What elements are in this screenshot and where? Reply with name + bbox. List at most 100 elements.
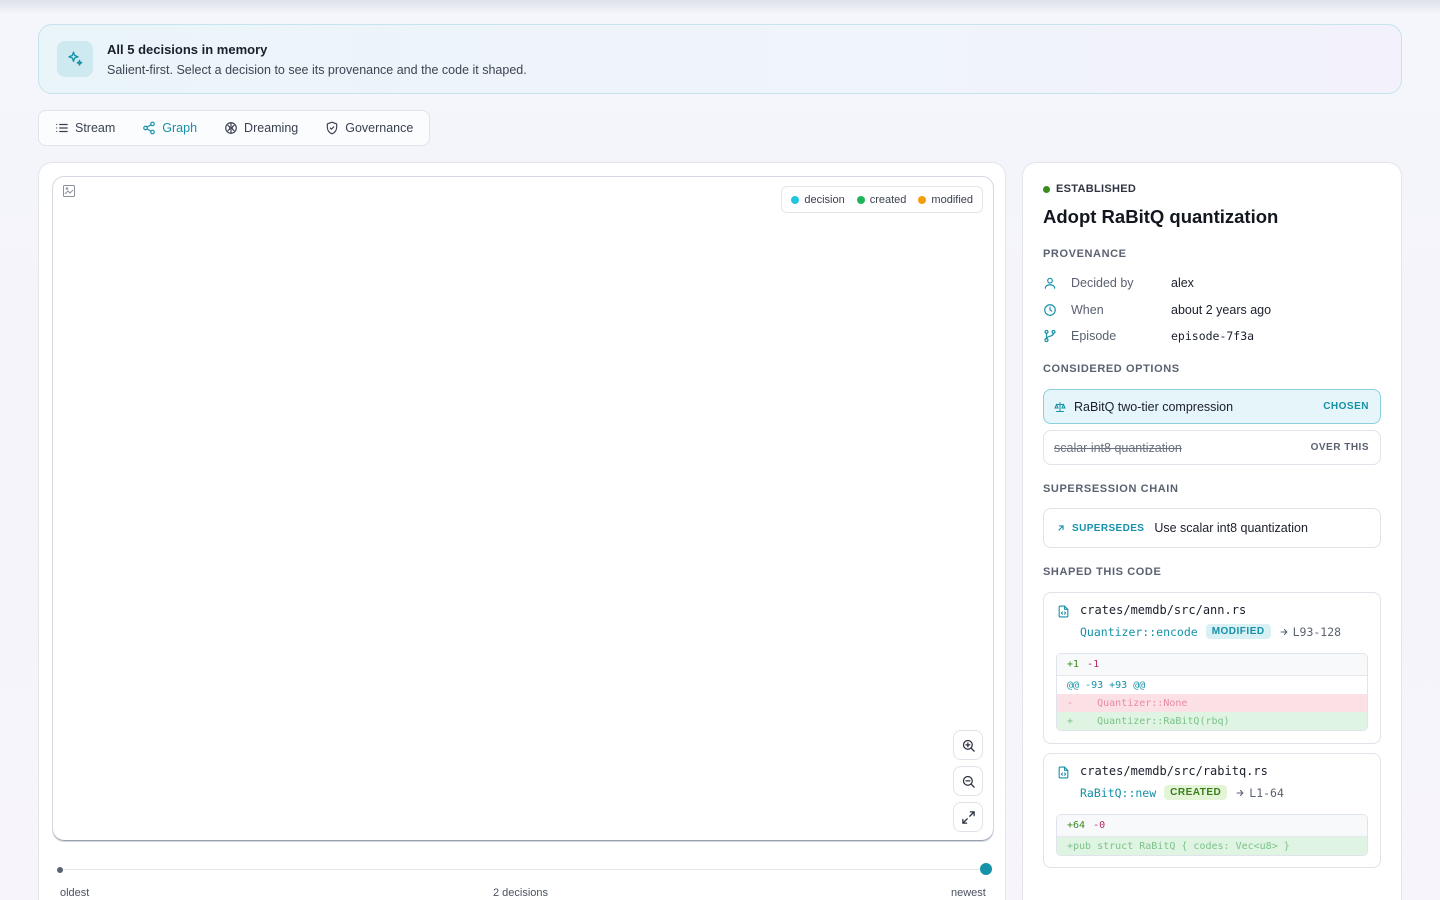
timeline-end-handle[interactable]: [980, 863, 992, 875]
status-dot: [1043, 185, 1050, 193]
legend-dot-decision: [791, 195, 800, 204]
tab-stream-label: Stream: [75, 121, 116, 135]
episode-key: Episode: [1071, 329, 1117, 343]
decided-by-key: Decided by: [1071, 276, 1134, 290]
tab-graph-label: Graph: [162, 121, 198, 135]
status-label: ESTABLISHED: [1056, 183, 1137, 195]
arrow-right-icon: [1280, 628, 1288, 635]
option-rejected[interactable]: scalar int8 quantization OVER THIS: [1043, 430, 1381, 465]
banner-title: All 5 decisions in memory: [107, 42, 268, 57]
provenance-when: When about 2 years ago: [1043, 301, 1271, 319]
symbol-name[interactable]: RaBitQ::new: [1080, 786, 1156, 800]
when-value: about 2 years ago: [1171, 303, 1272, 317]
code-card-rabitq[interactable]: crates/memdb/src/rabitq.rs RaBitQ::new C…: [1043, 753, 1381, 868]
view-tabs: Stream Graph Dreaming Governance: [38, 110, 430, 146]
legend-label-modified: modified: [931, 193, 973, 206]
diff-deletions: -0: [1093, 820, 1106, 831]
file-path[interactable]: crates/memdb/src/rabitq.rs: [1080, 764, 1268, 778]
tab-dreaming[interactable]: Dreaming: [224, 121, 298, 135]
zoom-out-icon: [962, 775, 975, 788]
legend-label-created: created: [869, 193, 907, 206]
decision-detail-panel: ESTABLISHED Adopt RaBitQ quantization PR…: [1022, 162, 1402, 900]
diff-added-line: +pub struct RaBitQ { codes: Vec<u8> }: [1057, 837, 1367, 855]
arrow-up-right-icon: [1058, 525, 1064, 531]
arrow-right-icon: [1236, 789, 1244, 796]
option-rejected-tag: OVER THIS: [1310, 442, 1369, 453]
legend-label-decision: decision: [804, 193, 845, 206]
option-chosen-label: RaBitQ two-tier compression: [1074, 399, 1234, 414]
scale-icon: [1054, 401, 1066, 412]
timeline-count-label: 2 decisions: [493, 887, 549, 899]
zoom-out-button[interactable]: [953, 766, 983, 796]
tab-stream[interactable]: Stream: [55, 121, 115, 135]
clock-icon: [1044, 304, 1056, 316]
provenance-episode: Episode episode-7f3a: [1043, 327, 1254, 345]
change-badge: MODIFIED: [1205, 624, 1271, 639]
option-chosen-tag: CHOSEN: [1323, 401, 1369, 412]
legend-dot-created: [856, 195, 865, 204]
diff-removed-line: - Quantizer::None: [1057, 694, 1367, 712]
tab-dreaming-label: Dreaming: [244, 121, 299, 135]
legend-item-modified: modified: [918, 194, 973, 206]
line-range: L93-128: [1292, 624, 1342, 639]
graph-legend: decision created modified: [781, 186, 983, 213]
line-range: L1-64: [1249, 785, 1284, 800]
symbol-row: RaBitQ::new CREATED L1-64: [1080, 785, 1284, 800]
tab-graph[interactable]: Graph: [142, 121, 197, 135]
tab-governance-label: Governance: [345, 121, 414, 135]
legend-item-created: created: [856, 193, 907, 206]
zoom-in-icon: [962, 739, 975, 752]
shield-icon: [326, 121, 338, 135]
diff-added-line: + Quantizer::RaBitQ(rbq): [1057, 712, 1367, 730]
status-badge: ESTABLISHED: [1043, 183, 1136, 195]
options-heading: CONSIDERED OPTIONS: [1043, 363, 1180, 375]
git-branch-icon: [1044, 329, 1056, 343]
code-heading: SHAPED THIS CODE: [1043, 566, 1162, 578]
chain-heading: SUPERSESSION CHAIN: [1043, 483, 1179, 495]
file-path[interactable]: crates/memdb/src/ann.rs: [1080, 603, 1246, 617]
diff-hunk-header: @@ -93 +93 @@: [1057, 676, 1367, 694]
option-chosen[interactable]: RaBitQ two-tier compression CHOSEN: [1043, 389, 1381, 424]
diff-block: +64 -0 +pub struct RaBitQ { codes: Vec<u…: [1056, 814, 1368, 856]
code-card-ann[interactable]: crates/memdb/src/ann.rs Quantizer::encod…: [1043, 592, 1381, 744]
zoom-in-button[interactable]: [953, 730, 983, 760]
timeline-track[interactable]: [60, 869, 986, 870]
fit-view-button[interactable]: [953, 802, 983, 832]
diff-block: +1 -1 @@ -93 +93 @@ - Quantizer::None + …: [1056, 653, 1368, 731]
tab-governance[interactable]: Governance: [325, 121, 413, 135]
diff-additions: +1: [1067, 659, 1080, 670]
change-badge: CREATED: [1164, 785, 1228, 800]
graph-canvas[interactable]: decision created modified: [52, 176, 994, 842]
decided-by-value: alex: [1171, 276, 1194, 290]
timeline-start-handle[interactable]: [57, 867, 63, 873]
diff-additions: +64: [1067, 820, 1086, 831]
episode-value[interactable]: episode-7f3a: [1171, 329, 1254, 343]
graph-panel: decision created modified oldest 2 decis…: [38, 162, 1006, 900]
expand-icon: [961, 810, 975, 824]
sparkles-icon: [57, 41, 93, 77]
decision-title: Adopt RaBitQ quantization: [1043, 206, 1279, 227]
diff-stats: +64 -0: [1057, 815, 1367, 837]
provenance-heading: PROVENANCE: [1043, 248, 1127, 260]
user-icon: [1044, 277, 1056, 289]
supersedes-tag: SUPERSEDES: [1072, 522, 1145, 534]
list-icon: [56, 123, 68, 133]
option-rejected-label: scalar int8 quantization: [1054, 440, 1182, 455]
memory-banner: All 5 decisions in memory Salient-first.…: [38, 24, 1402, 94]
provenance-decided-by: Decided by alex: [1043, 274, 1194, 292]
file-code-icon: [1058, 605, 1069, 618]
file-code-icon: [1058, 766, 1069, 779]
supersession-chain-item[interactable]: SUPERSEDES Use scalar int8 quantization: [1043, 508, 1381, 548]
graph-icon: [143, 121, 156, 135]
diff-deletions: -1: [1087, 659, 1100, 670]
banner-subtitle: Salient-first. Select a decision to see …: [107, 63, 527, 77]
top-shadow: [0, 0, 1440, 14]
timeline-oldest-label: oldest: [60, 887, 90, 899]
brain-icon: [225, 122, 237, 134]
symbol-row: Quantizer::encode MODIFIED L93-128: [1080, 624, 1341, 639]
broken-image-icon: [63, 185, 75, 197]
superseded-decision: Use scalar int8 quantization: [1154, 521, 1308, 535]
legend-item-decision: decision: [791, 193, 845, 206]
symbol-name[interactable]: Quantizer::encode: [1080, 625, 1198, 639]
legend-dot-modified: [918, 195, 927, 204]
